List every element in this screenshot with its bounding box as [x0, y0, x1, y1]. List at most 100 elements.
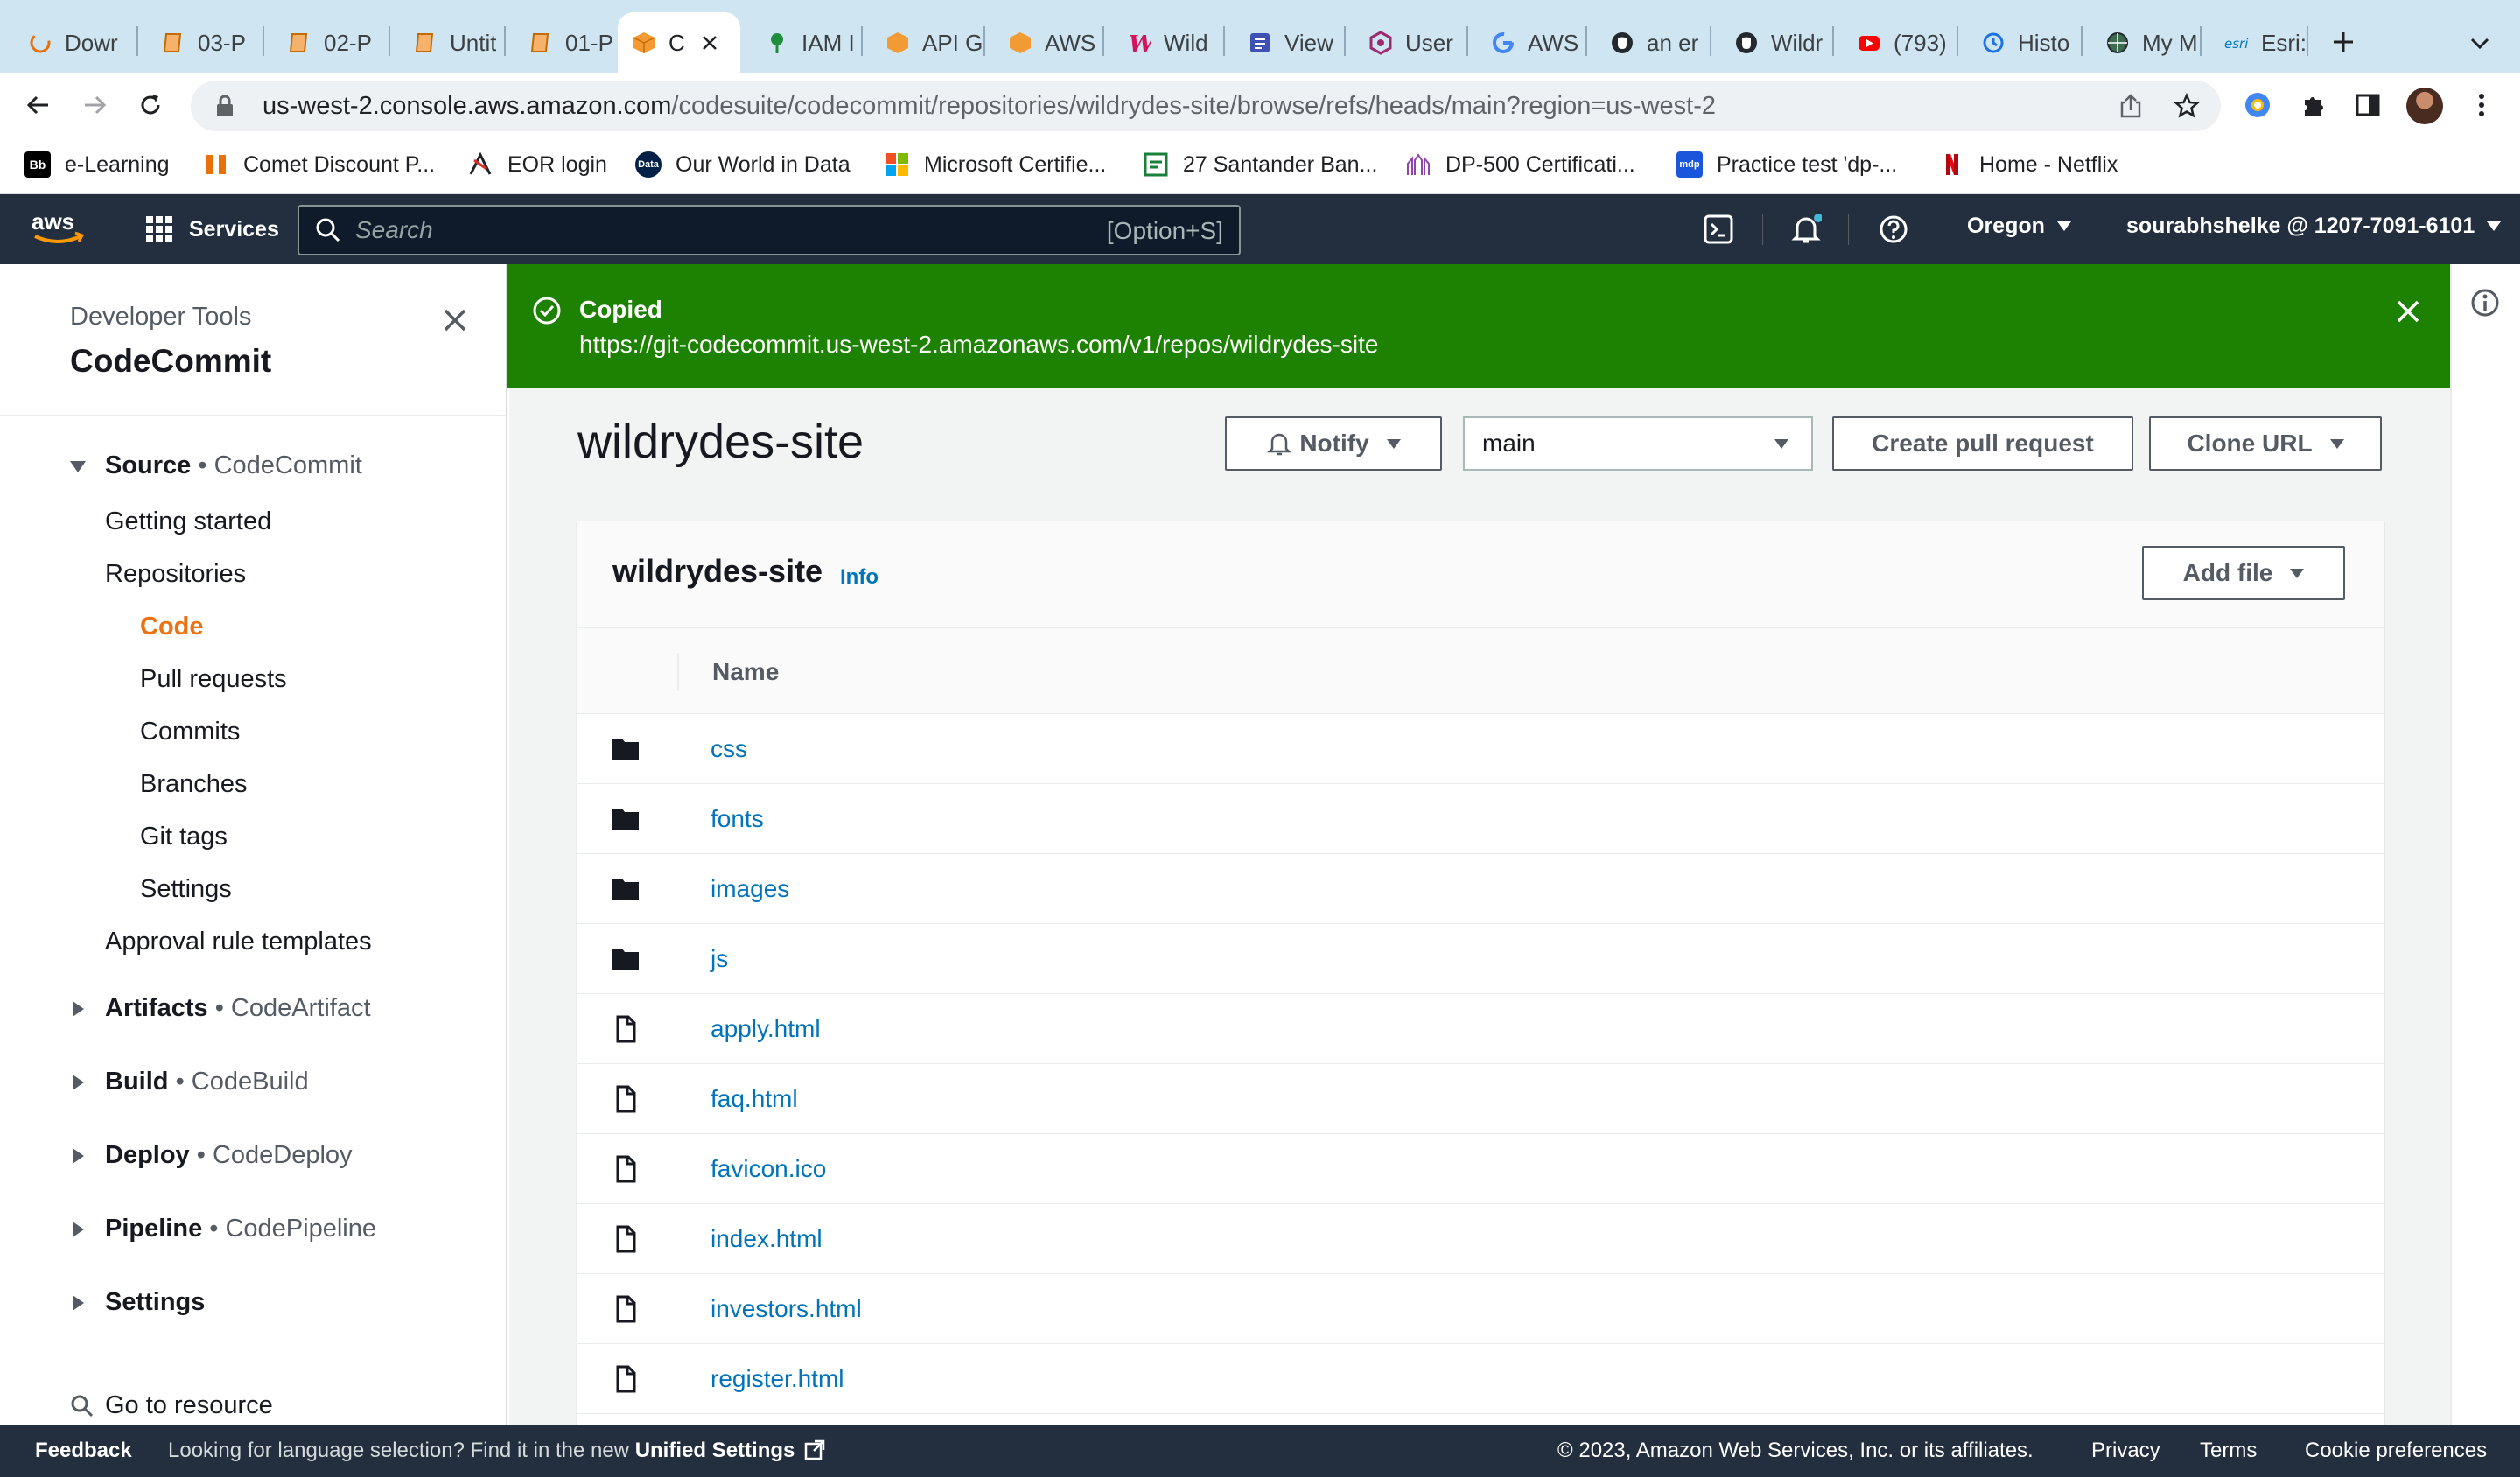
reload-icon[interactable] — [131, 86, 170, 124]
bookmark-item[interactable]: EOR login — [467, 149, 607, 180]
bookmark-item[interactable]: Data Our World in Data — [635, 149, 850, 180]
browser-tab[interactable]: IAM I — [742, 12, 861, 74]
file-link[interactable]: investors.html — [710, 1295, 862, 1323]
clone-url-button[interactable]: Clone URL — [2149, 416, 2382, 471]
file-link[interactable]: css — [710, 735, 747, 763]
more-vertical-icon[interactable] — [2462, 86, 2501, 124]
back-arrow-icon[interactable] — [19, 86, 58, 124]
sidebar-group-settings[interactable]: Settings — [68, 1288, 205, 1317]
sidebar-item-git-tags[interactable]: Git tags — [140, 822, 228, 851]
browser-tab[interactable]: (793) — [1834, 12, 1956, 74]
bookmark-item[interactable]: Home - Netflix — [1939, 149, 2118, 180]
extensions-puzzle-icon[interactable] — [2294, 86, 2333, 124]
flash-message: https://git-codecommit.us-west-2.amazona… — [579, 331, 1379, 358]
cookie-preferences-link[interactable]: Cookie preferences — [2305, 1438, 2487, 1463]
file-link[interactable]: fonts — [710, 805, 764, 833]
aws-search-box[interactable]: [Option+S] — [298, 205, 1241, 256]
address-bar[interactable]: us-west-2.console.aws.amazon.com/codesui… — [191, 80, 2221, 131]
close-icon[interactable] — [2390, 294, 2426, 329]
file-link[interactable]: index.html — [710, 1225, 822, 1253]
browser-tab[interactable]: an er — [1587, 12, 1710, 74]
santander-icon — [1143, 151, 1169, 178]
sidebar-item-getting-started[interactable]: Getting started — [105, 508, 271, 536]
browser-tab[interactable]: AWS — [1468, 12, 1586, 74]
sidebar-group-build[interactable]: Build • CodeBuild — [68, 1068, 309, 1096]
unified-settings-link[interactable]: Unified Settings — [635, 1438, 825, 1462]
services-menu-button[interactable]: Services — [145, 212, 279, 247]
notify-button[interactable]: Notify — [1225, 416, 1442, 471]
create-pull-request-button[interactable]: Create pull request — [1832, 416, 2133, 471]
wildrydes-icon: W — [1127, 31, 1152, 55]
region-selector[interactable]: Oregon — [1967, 214, 2071, 239]
browser-tab[interactable]: Dowr — [5, 12, 135, 74]
file-link[interactable]: favicon.ico — [710, 1155, 826, 1183]
browser-tab[interactable]: My M — [2082, 12, 2200, 74]
file-link[interactable]: js — [710, 945, 728, 973]
sidebar-item-approval-rule-templates[interactable]: Approval rule templates — [105, 928, 372, 956]
chevron-down-icon[interactable] — [2464, 28, 2496, 60]
bookmark-item[interactable]: 27 Santander Ban... — [1143, 149, 1377, 180]
branch-select[interactable]: main — [1463, 416, 1813, 471]
add-file-button[interactable]: Add file — [2142, 546, 2345, 600]
browser-tab-title: Dowr — [65, 29, 118, 56]
new-tab-button[interactable] — [2326, 24, 2361, 60]
sidebar-item-settings[interactable]: Settings — [140, 875, 232, 904]
bookmark-item[interactable]: Comet Discount P... — [203, 149, 435, 180]
browser-tab[interactable]: API G — [863, 12, 984, 74]
side-panel-icon[interactable] — [2348, 86, 2387, 124]
close-tab-icon[interactable] — [697, 31, 722, 55]
close-icon[interactable] — [438, 303, 472, 338]
sidebar-item-code[interactable]: Code — [140, 612, 204, 641]
bookmark-item[interactable]: DP-500 Certificati... — [1405, 149, 1635, 180]
extension-chrome-icon[interactable] — [2238, 86, 2277, 124]
feedback-link[interactable]: Feedback — [35, 1438, 132, 1463]
browser-tab[interactable]: 02-P — [264, 12, 387, 74]
browser-tab[interactable]: 03-P — [138, 12, 261, 74]
browser-tab[interactable]: esri Esri: — [2202, 12, 2319, 74]
browser-tab[interactable]: 01-P — [506, 12, 620, 74]
share-icon[interactable] — [2112, 88, 2149, 124]
info-link[interactable]: Info — [840, 565, 878, 590]
go-to-resource-link[interactable]: Go to resource — [70, 1391, 273, 1420]
file-link[interactable]: apply.html — [710, 1015, 821, 1043]
sidebar-item-repositories[interactable]: Repositories — [105, 560, 246, 589]
table-row: index.html — [578, 1204, 2384, 1274]
browser-tab[interactable]: W Wild — [1104, 12, 1223, 74]
sidebar-item-commits[interactable]: Commits — [140, 718, 240, 746]
terms-link[interactable]: Terms — [2200, 1438, 2257, 1463]
browser-tab[interactable]: Wildr — [1712, 12, 1832, 74]
sidebar-item-pull-requests[interactable]: Pull requests — [140, 665, 287, 694]
browser-tab[interactable]: View — [1225, 12, 1344, 74]
nav-divider — [2096, 214, 2097, 245]
sidebar-title[interactable]: CodeCommit — [70, 343, 271, 380]
sidebar-item-branches[interactable]: Branches — [140, 770, 248, 799]
browser-tab[interactable]: AWS — [985, 12, 1102, 74]
browser-tab[interactable]: Histo — [1958, 12, 2081, 74]
column-header-name[interactable]: Name — [712, 658, 779, 686]
file-link[interactable]: faq.html — [710, 1085, 798, 1113]
sidebar-group-source[interactable]: Source • CodeCommit — [68, 452, 362, 480]
aws-logo[interactable]: aws — [30, 208, 88, 248]
sidebar-group-deploy[interactable]: Deploy • CodeDeploy — [68, 1141, 353, 1170]
forward-arrow-icon[interactable] — [75, 86, 114, 124]
profile-avatar[interactable] — [2406, 88, 2443, 124]
privacy-link[interactable]: Privacy — [2091, 1438, 2160, 1463]
info-icon[interactable] — [2466, 284, 2504, 322]
sidebar-group-pipeline[interactable]: Pipeline • CodePipeline — [68, 1214, 376, 1243]
bookmark-item[interactable]: Bb e-Learning — [24, 149, 170, 180]
browser-tab[interactable]: Untit — [390, 12, 504, 74]
browser-tab-active[interactable]: C — [618, 12, 740, 74]
search-input[interactable] — [355, 216, 1073, 244]
bookmark-item[interactable]: mdp Practice test 'dp-... — [1676, 149, 1897, 180]
help-icon[interactable] — [1876, 212, 1911, 247]
cloudshell-icon[interactable] — [1701, 212, 1736, 247]
bookmark-star-icon[interactable] — [2168, 88, 2205, 124]
bell-icon[interactable] — [1788, 212, 1824, 247]
account-menu[interactable]: sourabhshelke @ 1207-7091-6101 — [2126, 214, 2502, 239]
sidebar-group-artifacts[interactable]: Artifacts • CodeArtifact — [68, 994, 371, 1023]
browser-tab[interactable]: User — [1346, 12, 1466, 74]
file-link[interactable]: images — [710, 875, 789, 903]
bookmark-item[interactable]: Microsoft Certifie... — [884, 149, 1106, 180]
url-path: /codesuite/codecommit/repositories/wildr… — [671, 91, 1716, 120]
file-link[interactable]: register.html — [710, 1365, 844, 1393]
